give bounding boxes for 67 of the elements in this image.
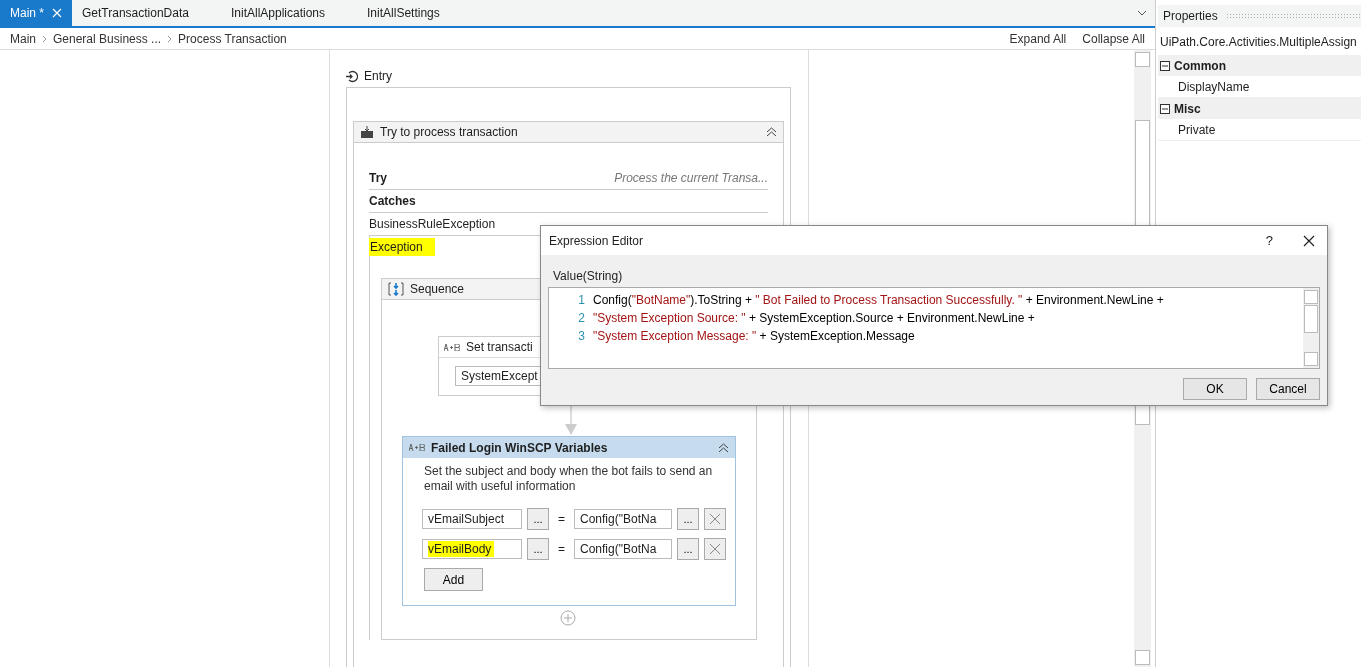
collapse-icon[interactable] [1160, 60, 1170, 71]
chevron-right-icon [42, 34, 47, 43]
remove-button[interactable] [704, 508, 726, 530]
collapse-icon[interactable] [718, 442, 729, 453]
try-catch-icon [360, 125, 374, 139]
assign-icon [409, 444, 425, 451]
code-line: Config("BotName").ToString + " Bot Failed to Process Transaction Successfully. " + Environment.NewLine + [593, 293, 1164, 307]
breadcrumb-item[interactable]: General Business ... [53, 31, 162, 46]
help-button[interactable]: ? [1265, 233, 1273, 248]
equals-sign: = [557, 512, 566, 526]
close-icon[interactable] [1303, 234, 1315, 247]
file-tab[interactable]: GetTransactionData [72, 0, 199, 27]
value-field[interactable]: Config("BotNa [574, 539, 672, 559]
entry-label: Entry [364, 69, 392, 83]
value-field[interactable]: Config("BotNa [574, 509, 672, 529]
line-number: 1 [577, 293, 586, 307]
dialog-button[interactable]: Cancel [1256, 378, 1320, 400]
field-label: Value(String) [552, 268, 624, 285]
variable-field[interactable]: vEmailSubject [422, 509, 522, 529]
activity-title: Set transacti [466, 340, 533, 354]
collapse-icon[interactable] [1160, 103, 1170, 114]
category-name: Common [1174, 58, 1226, 73]
activity-title: Sequence [410, 282, 465, 296]
chevron-right-icon [167, 34, 173, 43]
line-number: 2 [577, 311, 586, 325]
dialog-title: Expression Editor [549, 233, 645, 248]
expression-editor[interactable] [548, 287, 1320, 369]
file-tab[interactable]: Main * [0, 0, 72, 27]
property-name: DisplayName [1177, 78, 1250, 96]
browse-button[interactable]: ... [677, 508, 699, 530]
object-type: UiPath.Core.Activities.MultipleAssign [1159, 34, 1358, 51]
add-button[interactable]: Add [424, 568, 483, 591]
property-name: Private [1177, 121, 1216, 139]
file-tab[interactable]: InitAllSettings [357, 0, 450, 27]
panel-title: Properties [1163, 9, 1218, 23]
code-line: "System Exception Message: " + SystemException.Message [593, 329, 915, 343]
toolbar-link[interactable]: Collapse All [1082, 31, 1145, 46]
annotation-text: Set the subject and body when the bot fails to send an email with useful information [423, 463, 714, 495]
try-label: Try [369, 171, 387, 185]
assign-icon [444, 343, 460, 351]
activity-title: Failed Login WinSCP Variables [431, 440, 609, 455]
catch-exception[interactable]: BusinessRuleException [369, 217, 496, 231]
try-description: Process the current Transa... [614, 171, 768, 185]
browse-button[interactable]: ... [527, 538, 549, 560]
category-name: Misc [1174, 101, 1201, 116]
chevron-down-icon[interactable] [1137, 10, 1147, 16]
code-line: "System Exception Source: " + SystemException.Source + Environment.NewLine + [593, 311, 1035, 325]
variable-name: vEmailSubject [428, 511, 506, 527]
dialog-button[interactable]: OK [1183, 378, 1247, 400]
variable-field[interactable]: vEmailBody [422, 539, 522, 559]
file-tab[interactable]: InitAllApplications [220, 0, 336, 27]
breadcrumb-item[interactable]: Main [10, 31, 36, 46]
scrollbar[interactable] [1303, 288, 1319, 368]
collapse-icon[interactable] [766, 127, 777, 137]
remove-button[interactable] [704, 538, 726, 560]
catches-label: Catches [369, 194, 416, 208]
browse-button[interactable]: ... [527, 508, 549, 530]
toolbar-link[interactable]: Expand All [1009, 31, 1067, 46]
equals-sign: = [557, 542, 566, 556]
line-number: 3 [577, 329, 586, 343]
browse-button[interactable]: ... [677, 538, 699, 560]
variable-name: vEmailBody [428, 541, 495, 557]
breadcrumb-item[interactable]: Process Transaction [178, 31, 287, 46]
entry-icon [345, 69, 358, 83]
catch-exception[interactable]: Exception [369, 238, 435, 256]
activity-title: Try to process transaction [380, 125, 519, 139]
sequence-icon [388, 282, 404, 296]
